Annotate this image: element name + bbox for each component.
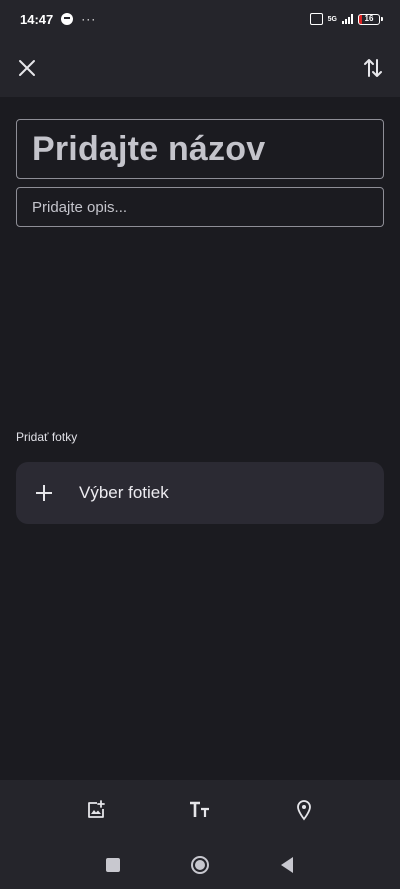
add-photo-icon [88,800,105,818]
location-button[interactable] [287,793,321,827]
volte-icon [309,13,323,25]
description-field[interactable]: Pridajte opis... [16,187,384,227]
back-icon [281,857,293,873]
close-icon [19,60,35,76]
title-placeholder: Pridajte názov [32,129,266,168]
back-button[interactable] [274,852,300,878]
add-photo-button[interactable] [79,793,113,827]
text-format-button[interactable] [183,793,217,827]
location-pin-icon [297,800,311,821]
app-bar [0,38,400,97]
signal-icon [342,14,353,24]
description-placeholder: Pridajte opis... [32,198,128,216]
status-right: 5G 16 [309,13,383,25]
select-photos-label: Výber fotiek [79,483,169,502]
swap-vertical-icon [364,59,382,77]
more-notifications-icon: ··· [81,12,97,26]
close-button[interactable] [10,51,44,85]
network-type: 5G [327,15,337,23]
home-button[interactable] [187,852,213,878]
plus-icon [36,485,52,501]
recents-button[interactable] [100,852,126,878]
status-time: 14:47 [20,11,54,27]
status-left: 14:47 ··· [20,12,96,27]
reorder-button[interactable] [356,51,390,85]
battery-icon: 16 [358,13,383,25]
text-format-icon [190,801,209,817]
title-field[interactable]: Pridajte názov [16,119,384,179]
add-photos-label: Pridať fotky [16,430,78,444]
home-icon [191,856,209,874]
select-photos-button[interactable]: Výber fotiek [16,462,384,524]
screen: 14:47 ··· 5G 16 Pridajte názov Pridajte … [0,0,400,889]
status-bar: 14:47 ··· 5G 16 [0,0,400,38]
messenger-icon [61,13,74,25]
system-nav-bar [0,840,400,889]
recents-icon [106,858,120,872]
bottom-toolbar [0,780,400,840]
